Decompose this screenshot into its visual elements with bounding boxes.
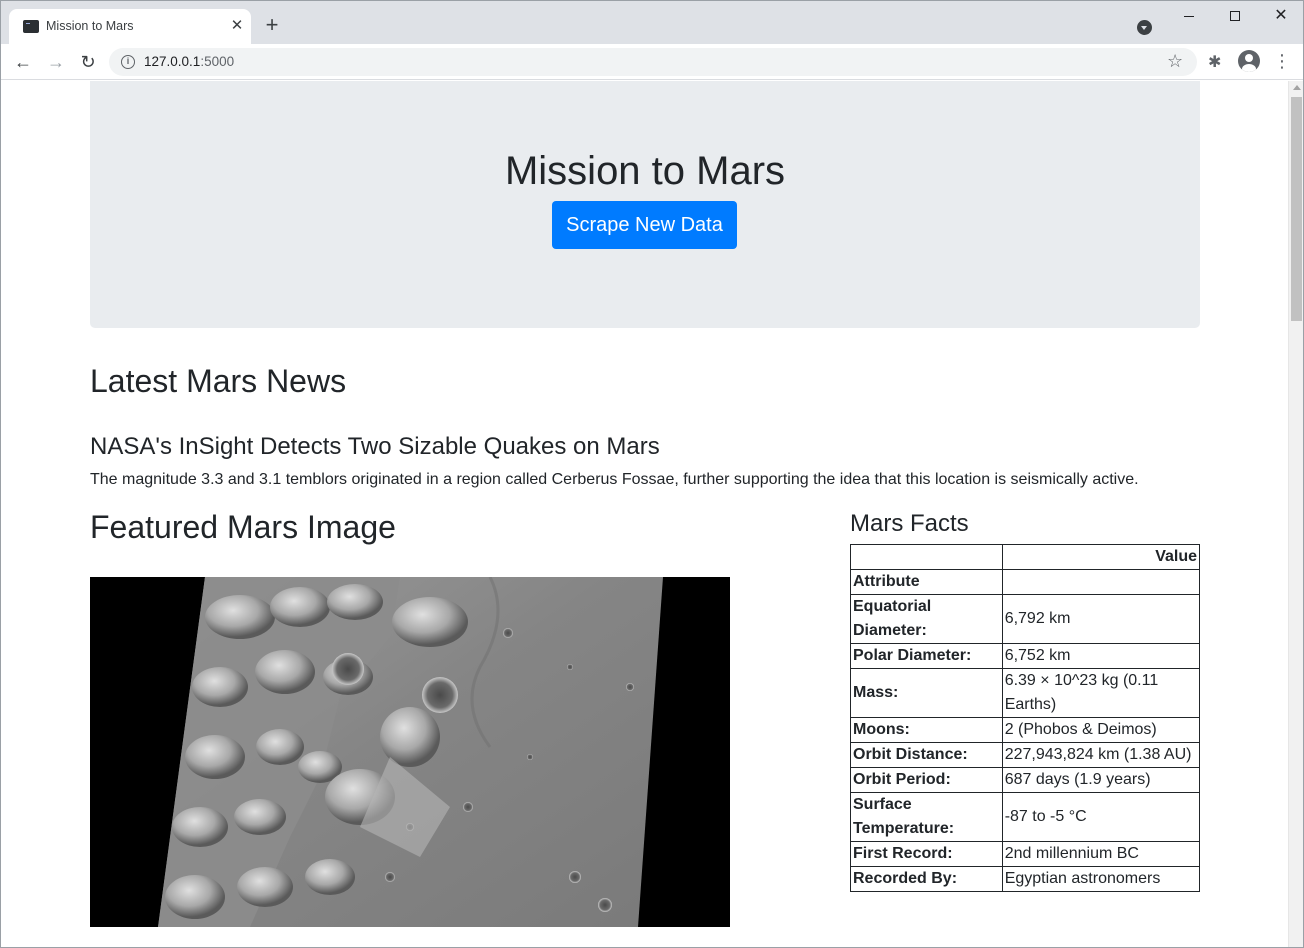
table-header-blank [850, 544, 1003, 570]
browser-toolbar: ← → ↻ i 127.0.0.1:5000 ☆ ✱ ⋮ [1, 44, 1303, 80]
address-bar[interactable]: i 127.0.0.1:5000 ☆ [109, 48, 1197, 76]
mars-terrain-image [158, 577, 663, 927]
featured-image-heading: Featured Mars Image [90, 509, 396, 545]
bookmark-star-icon[interactable]: ☆ [1167, 51, 1183, 72]
mars-facts-table: Value Attribute Equatorial Diameter: 6,7… [850, 544, 1201, 892]
table-row: Recorded By: Egyptian astronomers [850, 866, 1201, 892]
table-row: Orbit Period: 687 days (1.9 years) [850, 767, 1201, 793]
fact-value: 2 (Phobos & Deimos) [1001, 717, 1201, 743]
featured-mars-image [90, 577, 730, 927]
forward-arrow-icon[interactable]: → [44, 50, 68, 74]
fact-label: Orbit Period: [850, 767, 1003, 793]
extensions-puzzle-icon[interactable]: ✱ [1208, 52, 1221, 72]
fact-value: 687 days (1.9 years) [1001, 767, 1201, 793]
table-row: Orbit Distance: 227,943,824 km (1.38 AU) [850, 742, 1201, 768]
window-close-icon[interactable]: ✕ [1269, 7, 1293, 27]
news-headline: NASA's InSight Detects Two Sizable Quake… [90, 433, 660, 460]
table-row: First Record: 2nd millennium BC [850, 841, 1201, 867]
profile-avatar-icon[interactable] [1238, 50, 1260, 72]
new-tab-icon[interactable]: + [260, 14, 284, 38]
fact-label: Moons: [850, 717, 1003, 743]
terminal-favicon-icon [23, 20, 39, 33]
table-index-row: Attribute [850, 569, 1201, 595]
table-row: Surface Temperature: -87 to -5 °C [850, 792, 1201, 842]
browser-menu-icon[interactable]: ⋮ [1273, 50, 1291, 74]
fact-label: Orbit Distance: [850, 742, 1003, 768]
fact-label: Polar Diameter: [850, 643, 1003, 669]
jumbotron: Mission to Mars Scrape New Data [90, 81, 1200, 328]
fact-label: Mass: [850, 668, 1003, 718]
vertical-scrollbar[interactable] [1288, 81, 1303, 947]
url-text[interactable]: 127.0.0.1:5000 [144, 54, 234, 69]
tab-search-icon[interactable] [1137, 20, 1152, 35]
table-row: Mass: 6.39 × 10^23 kg (0.11 Earths) [850, 668, 1201, 718]
fact-label: First Record: [850, 841, 1003, 867]
fact-label: Surface Temperature: [850, 792, 1003, 842]
table-header-value: Value [1001, 544, 1201, 570]
latest-news-heading: Latest Mars News [90, 363, 347, 399]
scroll-up-arrow-icon[interactable] [1293, 85, 1301, 90]
fact-value: 2nd millennium BC [1001, 841, 1201, 867]
reload-icon[interactable]: ↻ [76, 50, 100, 74]
fact-value: -87 to -5 °C [1001, 792, 1201, 842]
tab-title: Mission to Mars [46, 19, 134, 33]
scrape-new-data-button[interactable]: Scrape New Data [552, 201, 737, 249]
scrollbar-thumb[interactable] [1291, 97, 1302, 321]
minimize-icon[interactable] [1177, 7, 1201, 27]
mars-facts-heading: Mars Facts [850, 510, 969, 537]
fact-label: Recorded By: [850, 866, 1003, 892]
table-index-blank [1001, 569, 1201, 595]
table-row: Moons: 2 (Phobos & Deimos) [850, 717, 1201, 743]
fact-value: 6,792 km [1001, 594, 1201, 644]
fact-value: Egyptian astronomers [1001, 866, 1201, 892]
back-arrow-icon[interactable]: ← [11, 50, 35, 74]
tab-mission-to-mars[interactable]: Mission to Mars ✕ [9, 9, 251, 44]
site-info-icon[interactable]: i [121, 55, 135, 69]
tab-strip: Mission to Mars ✕ + ✕ [1, 1, 1303, 44]
fact-value: 6.39 × 10^23 kg (0.11 Earths) [1001, 668, 1201, 718]
table-header-row: Value [850, 544, 1201, 570]
news-paragraph: The magnitude 3.3 and 3.1 temblors origi… [90, 471, 1139, 488]
table-row: Polar Diameter: 6,752 km [850, 643, 1201, 669]
tab-close-icon[interactable]: ✕ [228, 17, 246, 35]
table-row: Equatorial Diameter: 6,792 km [850, 594, 1201, 644]
page-title: Mission to Mars [504, 149, 786, 193]
maximize-icon[interactable] [1223, 7, 1247, 27]
table-index-name: Attribute [850, 569, 1003, 595]
url-port: :5000 [200, 54, 235, 69]
page-viewport: Mission to Mars Scrape New Data Latest M… [1, 81, 1288, 947]
fact-label: Equatorial Diameter: [850, 594, 1003, 644]
fact-value: 6,752 km [1001, 643, 1201, 669]
fact-value: 227,943,824 km (1.38 AU) [1001, 742, 1201, 768]
browser-window: Mission to Mars ✕ + ✕ ← → ↻ i 127.0.0.1:… [0, 0, 1304, 948]
url-host: 127.0.0.1 [144, 54, 201, 69]
